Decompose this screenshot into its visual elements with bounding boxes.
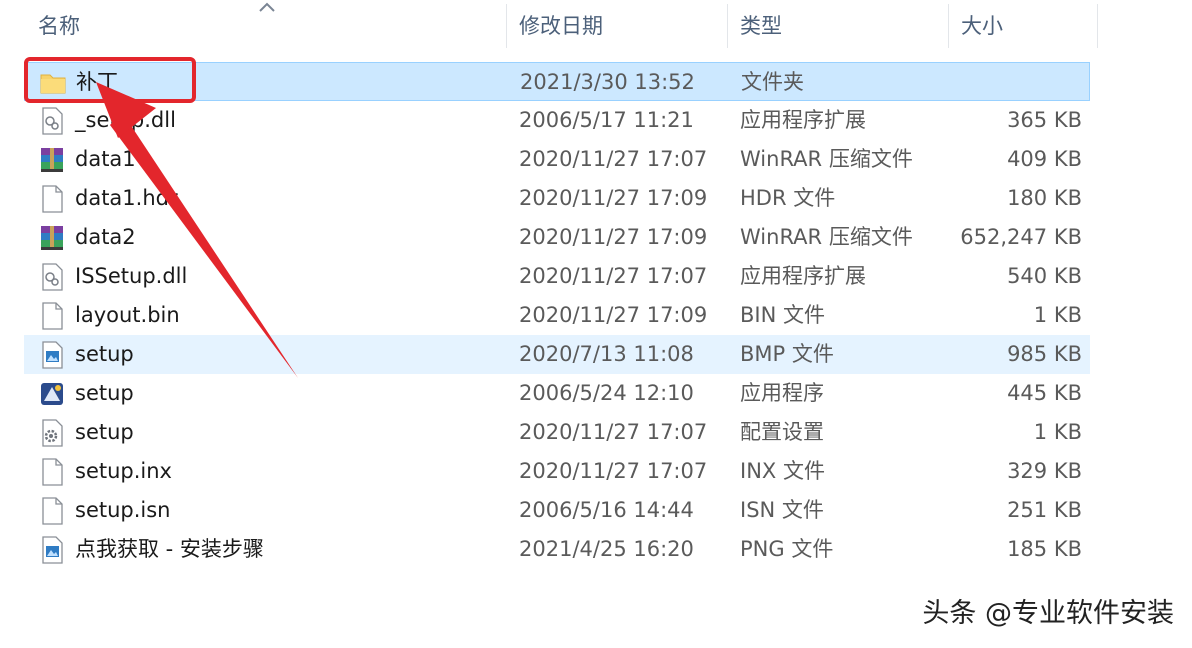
file-type: ISN 文件 — [740, 498, 824, 522]
file-size: 652,247 KB — [960, 225, 1082, 249]
file-name: setup.isn — [75, 498, 171, 522]
file-size: 445 KB — [1007, 381, 1082, 405]
file-type: 应用程序扩展 — [740, 108, 866, 132]
file-date: 2020/11/27 17:09 — [519, 186, 708, 210]
file-date: 2006/5/17 11:21 — [519, 108, 694, 132]
file-date: 2020/11/27 17:07 — [519, 459, 708, 483]
sort-ascending-icon — [259, 2, 275, 12]
file-name: data2 — [75, 225, 136, 249]
file-size: 365 KB — [1007, 108, 1082, 132]
dll-file-icon — [42, 107, 63, 135]
file-type: BIN 文件 — [740, 303, 825, 327]
file-size: 1 KB — [1033, 420, 1082, 444]
column-date-header[interactable]: 修改日期 — [507, 0, 727, 52]
file-row[interactable]: data2 2020/11/27 17:09 WinRAR 压缩文件 652,2… — [24, 218, 1090, 257]
file-row[interactable]: ISSetup.dll 2020/11/27 17:07 应用程序扩展 540 … — [24, 257, 1090, 296]
settings-file-icon — [42, 419, 63, 447]
dll-file-icon — [42, 263, 63, 291]
file-date: 2021/3/30 13:52 — [520, 70, 695, 94]
winrar-archive-icon — [41, 148, 63, 172]
column-header: 名称 修改日期 类型 大小 — [0, 0, 1100, 52]
file-name: ISSetup.dll — [75, 264, 188, 288]
file-name: 点我获取 - 安装步骤 — [75, 537, 264, 561]
file-row[interactable]: setup 2020/7/13 11:08 BMP 文件 985 KB — [24, 335, 1090, 374]
file-name: data1 — [75, 147, 136, 171]
blank-file-icon — [42, 458, 63, 486]
file-date: 2020/11/27 17:07 — [519, 420, 708, 444]
file-row[interactable]: setup.isn 2006/5/16 14:44 ISN 文件 251 KB — [24, 491, 1090, 530]
file-date: 2020/11/27 17:09 — [519, 303, 708, 327]
column-divider[interactable] — [1097, 4, 1098, 48]
file-size: 409 KB — [1007, 147, 1082, 171]
blank-file-icon — [42, 302, 63, 330]
file-type: 应用程序扩展 — [740, 264, 866, 288]
file-row[interactable]: layout.bin 2020/11/27 17:09 BIN 文件 1 KB — [24, 296, 1090, 335]
file-name: setup — [75, 342, 134, 366]
file-size — [925, 63, 1083, 102]
file-type: 配置设置 — [740, 420, 824, 444]
file-date: 2020/11/27 17:09 — [519, 225, 708, 249]
file-size: 251 KB — [1007, 498, 1082, 522]
column-size-header[interactable]: 大小 — [949, 0, 1097, 52]
file-name: setup — [75, 420, 134, 444]
blank-file-icon — [42, 497, 63, 525]
installer-app-icon — [41, 383, 63, 405]
file-row[interactable]: 点我获取 - 安装步骤 2021/4/25 16:20 PNG 文件 185 K… — [24, 530, 1090, 569]
file-row[interactable]: _setup.dll 2006/5/17 11:21 应用程序扩展 365 KB — [24, 101, 1090, 140]
file-type: 应用程序 — [740, 381, 824, 405]
file-row[interactable]: setup 2020/11/27 17:07 配置设置 1 KB — [24, 413, 1090, 452]
file-row[interactable]: setup 2006/5/24 12:10 应用程序 445 KB — [24, 374, 1090, 413]
file-date: 2020/11/27 17:07 — [519, 147, 708, 171]
annotation-highlight-box — [24, 57, 196, 103]
file-size: 985 KB — [1007, 342, 1082, 366]
image-file-icon — [42, 536, 63, 564]
file-type: WinRAR 压缩文件 — [740, 225, 913, 249]
file-type: 文件夹 — [741, 70, 804, 94]
file-type: BMP 文件 — [740, 342, 834, 366]
file-date: 2021/4/25 16:20 — [519, 537, 694, 561]
file-type: WinRAR 压缩文件 — [740, 147, 913, 171]
file-type: INX 文件 — [740, 459, 825, 483]
file-row[interactable]: setup.inx 2020/11/27 17:07 INX 文件 329 KB — [24, 452, 1090, 491]
file-name: layout.bin — [75, 303, 180, 327]
file-name: setup.inx — [75, 459, 172, 483]
file-size: 329 KB — [1007, 459, 1082, 483]
file-size: 185 KB — [1007, 537, 1082, 561]
watermark-text: 头条 @专业软件安装 — [922, 598, 1174, 629]
file-type: PNG 文件 — [740, 537, 834, 561]
file-name: _setup.dll — [75, 108, 176, 132]
file-date: 2006/5/24 12:10 — [519, 381, 694, 405]
file-row[interactable]: data1 2020/11/27 17:07 WinRAR 压缩文件 409 K… — [24, 140, 1090, 179]
column-type-header[interactable]: 类型 — [728, 0, 948, 52]
file-size: 180 KB — [1007, 186, 1082, 210]
file-date: 2006/5/16 14:44 — [519, 498, 694, 522]
file-row[interactable]: data1.hdr 2020/11/27 17:09 HDR 文件 180 KB — [24, 179, 1090, 218]
file-date: 2020/7/13 11:08 — [519, 342, 694, 366]
blank-file-icon — [42, 185, 63, 213]
file-size: 540 KB — [1007, 264, 1082, 288]
file-name: data1.hdr — [75, 186, 178, 210]
winrar-archive-icon — [41, 226, 63, 250]
file-name: setup — [75, 381, 134, 405]
file-type: HDR 文件 — [740, 186, 836, 210]
file-size: 1 KB — [1033, 303, 1082, 327]
file-date: 2020/11/27 17:07 — [519, 264, 708, 288]
image-file-icon — [42, 341, 63, 369]
